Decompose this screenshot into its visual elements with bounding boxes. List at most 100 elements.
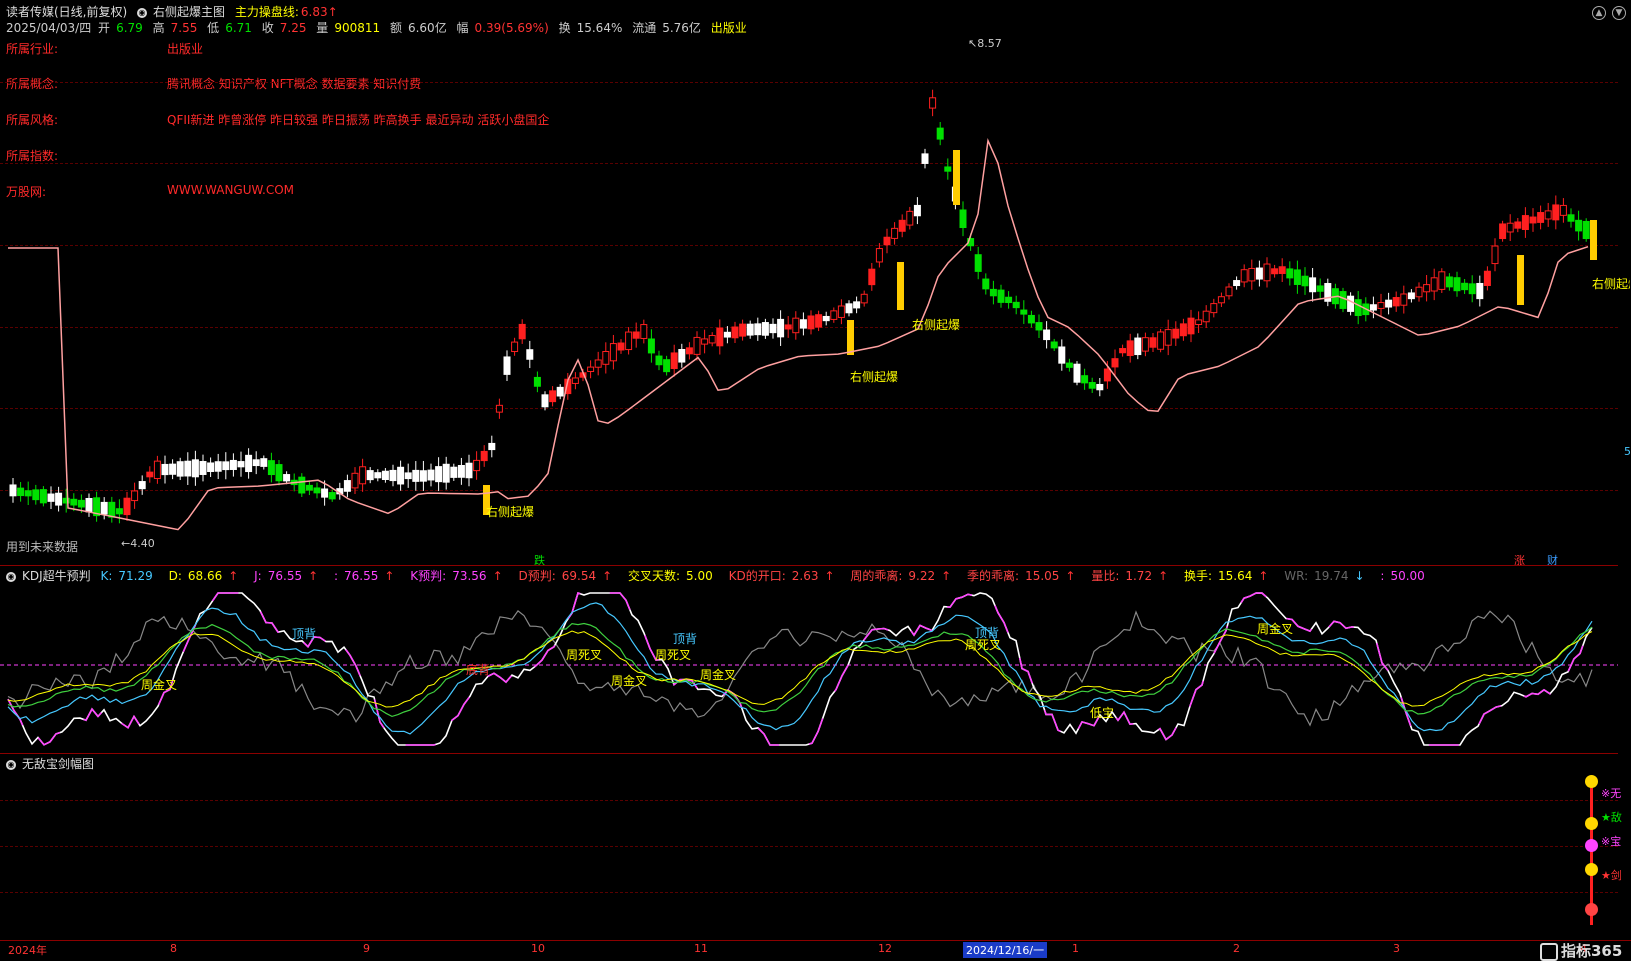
- indicator-name[interactable]: 右侧起爆主图: [153, 5, 225, 19]
- candle: [1392, 291, 1400, 312]
- candle: [739, 319, 747, 341]
- candle: [419, 460, 427, 491]
- candle: [207, 457, 215, 478]
- sword-toggle-icon[interactable]: ◉: [6, 759, 16, 770]
- candle: [123, 491, 131, 521]
- candle: [1476, 275, 1484, 307]
- candle: [24, 481, 32, 506]
- candle: [830, 307, 838, 323]
- candle: [1020, 300, 1028, 324]
- wr-value: 19.74: [1314, 569, 1349, 583]
- kdj-toggle-icon[interactable]: ◉: [6, 571, 16, 582]
- candle: [138, 475, 146, 495]
- candle: [374, 469, 382, 482]
- candle: [784, 316, 792, 338]
- k-line: [7, 602, 1593, 735]
- candle: [799, 312, 807, 336]
- up-arrow-icon: ↑: [492, 569, 503, 583]
- logo-icon: [1540, 942, 1558, 961]
- candle: [974, 246, 982, 280]
- signal-label: 右侧起爆: [1592, 277, 1630, 291]
- candle: [533, 371, 541, 393]
- candle: [1354, 291, 1362, 325]
- candle: [1491, 238, 1499, 272]
- candle: [214, 453, 222, 480]
- candle: [1081, 368, 1089, 390]
- candle: [283, 471, 291, 485]
- candle: [1187, 309, 1195, 343]
- expand-button[interactable]: ▼: [1612, 6, 1626, 20]
- sword-title[interactable]: 无敌宝剑幅图: [22, 757, 94, 771]
- candle: [845, 300, 853, 317]
- candle: [252, 451, 260, 475]
- up-arrow-icon: ↑: [824, 569, 835, 583]
- high-marker-arrow-icon: ↖: [968, 37, 978, 50]
- candle: [351, 467, 359, 495]
- kdj-title[interactable]: KDJ超牛预判: [22, 569, 91, 583]
- candle: [1407, 289, 1415, 303]
- candle: [868, 262, 876, 291]
- xaxis-label: 9: [363, 942, 370, 955]
- candle: [556, 384, 564, 400]
- candle: [328, 489, 336, 502]
- candle: [1119, 344, 1127, 357]
- candle: [108, 496, 116, 523]
- j-value: 76.55: [267, 569, 303, 583]
- indicator-toggle-icon[interactable]: ◉: [137, 7, 148, 18]
- candle: [526, 340, 534, 369]
- up-arrow-icon: ↑: [602, 569, 613, 583]
- k-value: 71.29: [118, 569, 153, 583]
- candle: [495, 398, 503, 419]
- xaxis-label: 8: [170, 942, 177, 955]
- right-edge-value: 5: [1624, 445, 1631, 458]
- candle: [769, 318, 777, 339]
- candle: [32, 484, 40, 505]
- candle: [313, 482, 321, 499]
- candle: [1073, 361, 1081, 386]
- candle: [222, 452, 230, 480]
- candle: [1316, 278, 1324, 299]
- main-line-ma: [8, 137, 1589, 531]
- top-divergence-label: 顶背: [292, 627, 317, 641]
- kdj-chart[interactable]: [0, 585, 1631, 753]
- candle: [343, 474, 351, 498]
- up-arrow-icon: ↑: [941, 569, 952, 583]
- dibao-label: 低宝: [1090, 706, 1115, 720]
- xaxis-label: 10: [531, 942, 545, 955]
- candle: [9, 478, 17, 503]
- candle: [1035, 314, 1043, 339]
- stock-name[interactable]: 读者传媒(日线,前复权): [6, 5, 127, 19]
- j-line-up: [7, 591, 1593, 746]
- candle: [1255, 260, 1263, 287]
- candle: [169, 459, 177, 480]
- candle: [1293, 260, 1301, 294]
- sword-legend-item: ★敌: [1601, 811, 1622, 824]
- candle: [1461, 279, 1469, 294]
- week-dev-value: 9.22: [908, 569, 936, 583]
- candle: [609, 334, 617, 370]
- xaxis-label: 11: [694, 942, 708, 955]
- candle: [1453, 271, 1461, 297]
- candle: [1430, 268, 1438, 301]
- up-arrow-icon: ↑: [1065, 569, 1076, 583]
- sword-legend-item: ※宝: [1601, 835, 1622, 848]
- candle: [1225, 283, 1233, 300]
- candle: [746, 320, 754, 339]
- k-label: K:: [100, 569, 113, 583]
- candlestick-chart[interactable]: [0, 30, 1631, 565]
- time-axis[interactable]: 2024年 8 9 10 11 12 2024/12/16/一 1 2 3 4: [0, 940, 1631, 960]
- candle: [518, 319, 526, 344]
- wr-label: WR:: [1284, 569, 1309, 583]
- candle: [936, 122, 944, 146]
- kd-open-label: KD的开口:: [728, 569, 786, 583]
- season-dev-label: 季的乖离:: [967, 569, 1020, 583]
- smile-icon: [1585, 817, 1598, 830]
- death-cross-label: 周死叉: [655, 648, 692, 662]
- xaxis-cursor-date: 2024/12/16/一: [963, 942, 1048, 958]
- candle: [1445, 273, 1453, 291]
- main-line-label: 主力操盘线:: [234, 5, 299, 19]
- collapse-button[interactable]: ▲: [1592, 6, 1606, 20]
- candle: [898, 214, 906, 238]
- d-value: 68.66: [187, 569, 223, 583]
- candle: [944, 158, 952, 180]
